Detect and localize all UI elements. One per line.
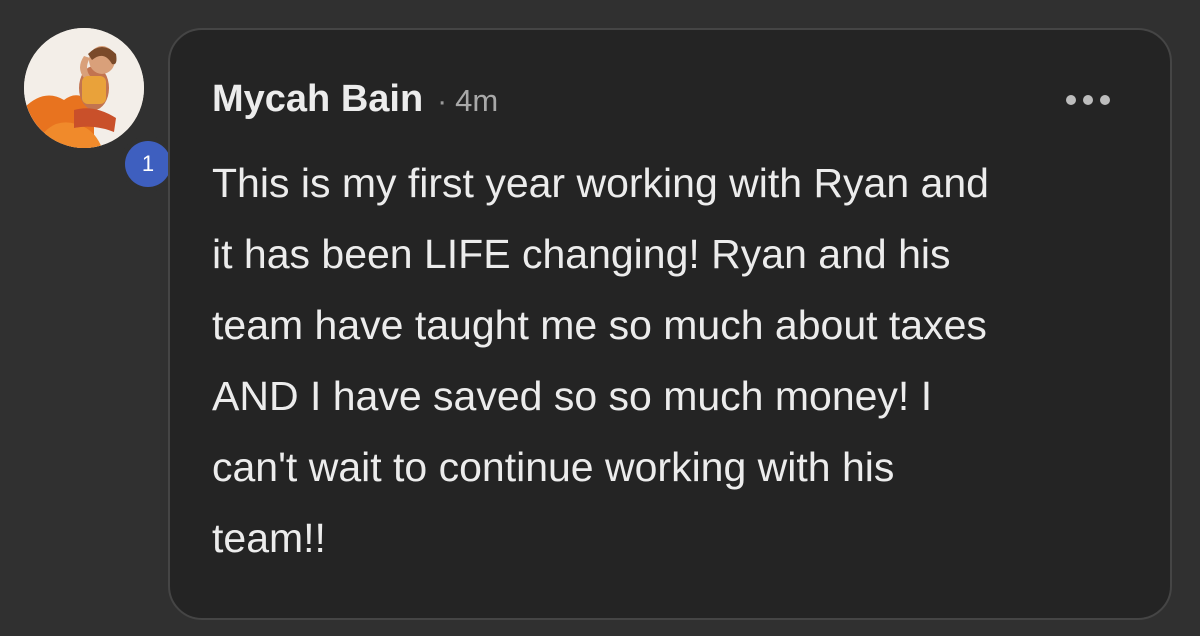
- comment-header: Mycah Bain · 4m: [212, 78, 498, 121]
- author-name[interactable]: Mycah Bain: [212, 78, 423, 121]
- comment-bubble: Mycah Bain · 4m This is my first year wo…: [168, 28, 1172, 620]
- badge-count: 1: [125, 141, 171, 187]
- profile-photo: [24, 28, 144, 148]
- comment-thread: 1 Mycah Bain · 4m This is my first year …: [0, 0, 1200, 636]
- comment-line: team have taught me so much about taxes: [212, 302, 987, 348]
- comment-line: it has been LIFE changing! Ryan and his: [212, 231, 951, 277]
- comment-line: can't wait to continue working with his: [212, 444, 895, 490]
- comment-text: This is my first year working with Ryan …: [212, 148, 1142, 574]
- more-horizontal-icon[interactable]: [1066, 92, 1110, 108]
- comment-line: This is my first year working with Ryan …: [212, 160, 989, 206]
- dot-icon: [1100, 95, 1110, 105]
- comment-line: team!!: [212, 515, 326, 561]
- comment-line: AND I have saved so so much money! I: [212, 373, 933, 419]
- timestamp[interactable]: 4m: [455, 83, 498, 119]
- dot-icon: [1083, 95, 1093, 105]
- avatar[interactable]: [24, 28, 144, 148]
- avatar-container[interactable]: 1: [24, 28, 176, 192]
- separator-dot: ·: [437, 85, 448, 118]
- dot-icon: [1066, 95, 1076, 105]
